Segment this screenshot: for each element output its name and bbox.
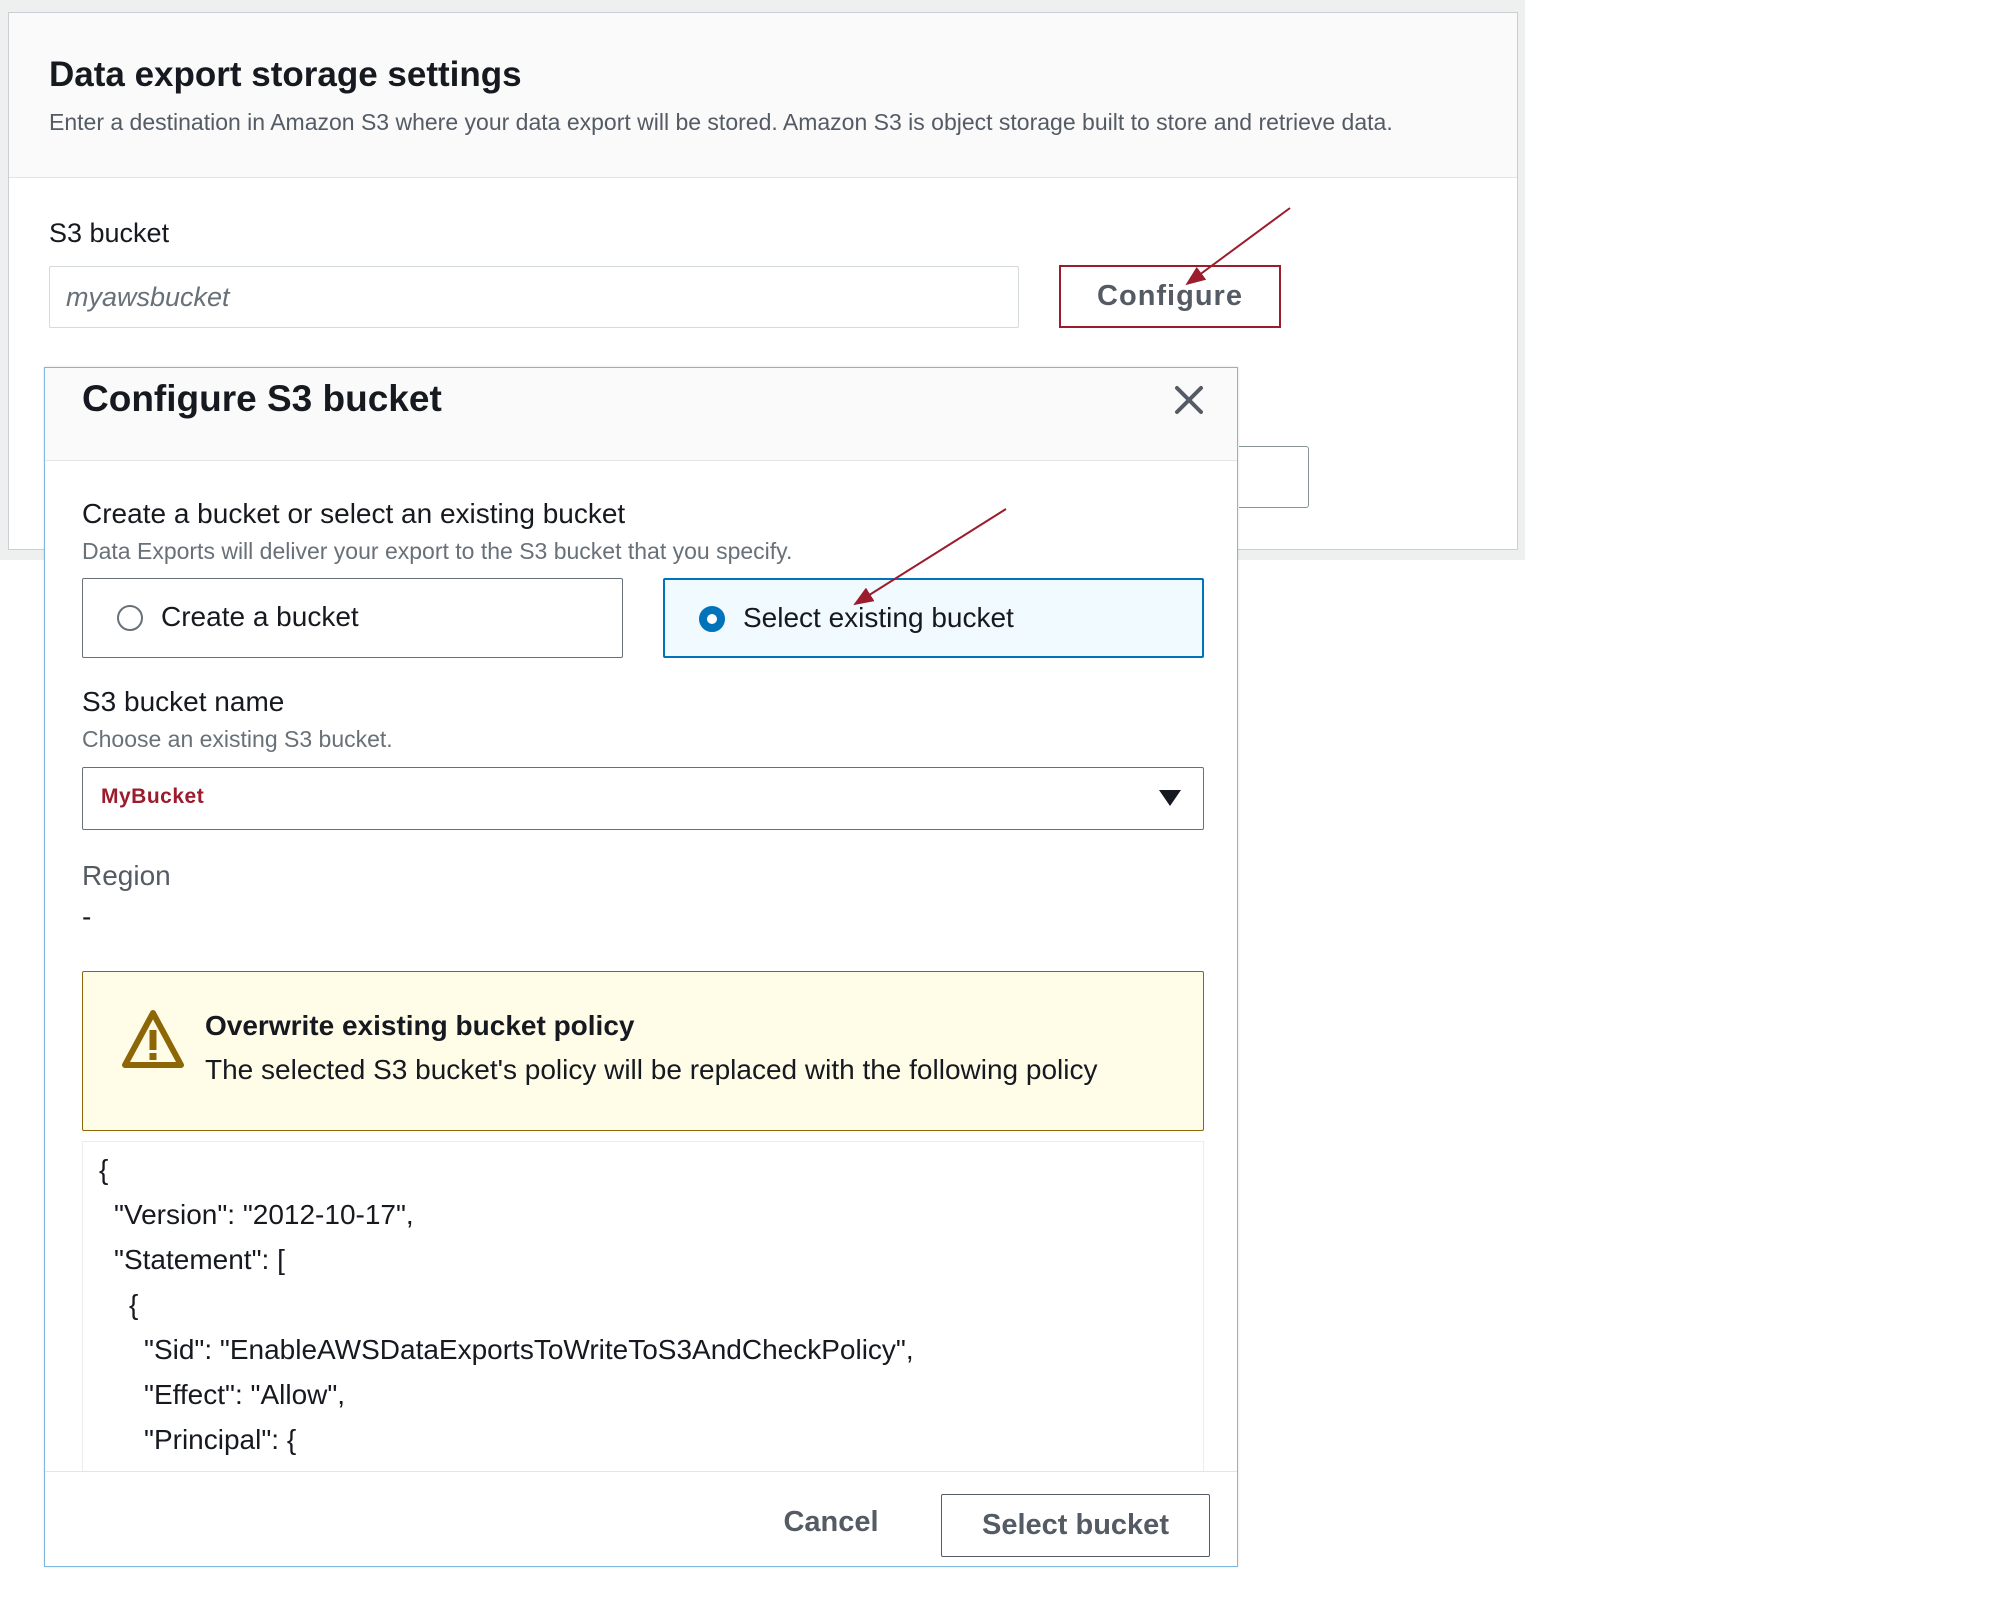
bucket-choice-description: Data Exports will deliver your export to… bbox=[82, 538, 793, 564]
modal-title: Configure S3 bucket bbox=[82, 378, 442, 419]
panel-header: Data export storage settings Enter a des… bbox=[9, 13, 1517, 178]
bucket-policy-code: { "Version": "2012-10-17", "Statement": … bbox=[82, 1141, 1204, 1471]
overwrite-policy-warning: Overwrite existing bucket policy The sel… bbox=[82, 971, 1204, 1131]
policy-line: { bbox=[129, 1289, 139, 1320]
bucket-name-select[interactable]: MyBucket bbox=[82, 767, 1204, 830]
close-icon bbox=[1175, 386, 1203, 414]
region-label: Region bbox=[82, 860, 171, 891]
obscured-input-field[interactable] bbox=[1239, 446, 1309, 508]
configure-s3-bucket-modal: Configure S3 bucket Create a bucket or s… bbox=[44, 367, 1238, 1567]
configure-button[interactable]: Configure bbox=[1059, 265, 1281, 328]
cancel-button[interactable]: Cancel bbox=[767, 1502, 895, 1542]
panel-title: Data export storage settings bbox=[49, 55, 522, 94]
warning-icon bbox=[122, 1010, 184, 1068]
bucket-name-label: S3 bucket name bbox=[82, 686, 285, 717]
select-existing-bucket-option[interactable]: Select existing bucket bbox=[663, 578, 1204, 658]
warning-body: The selected S3 bucket's policy will be … bbox=[205, 1054, 1098, 1085]
close-button[interactable] bbox=[1165, 376, 1213, 424]
panel-description: Enter a destination in Amazon S3 where y… bbox=[49, 109, 1393, 135]
select-bucket-button[interactable]: Select bucket bbox=[941, 1494, 1210, 1557]
policy-line: "Statement": [ bbox=[114, 1244, 285, 1275]
policy-line: "Sid": "EnableAWSDataExportsToWriteToS3A… bbox=[144, 1334, 914, 1365]
create-bucket-label: Create a bucket bbox=[161, 601, 359, 632]
select-existing-bucket-label: Select existing bucket bbox=[743, 602, 1014, 633]
policy-line: { bbox=[99, 1154, 109, 1185]
region-value: - bbox=[82, 901, 92, 932]
create-bucket-option[interactable]: Create a bucket bbox=[82, 578, 623, 658]
bucket-name-value: MyBucket bbox=[101, 785, 205, 808]
select-existing-bucket-radio[interactable] bbox=[699, 606, 725, 632]
bucket-name-description: Choose an existing S3 bucket. bbox=[82, 726, 393, 752]
modal-header: Configure S3 bucket bbox=[45, 368, 1237, 461]
policy-line: "Version": "2012-10-17", bbox=[114, 1199, 414, 1230]
warning-title: Overwrite existing bucket policy bbox=[205, 1010, 635, 1041]
s3-bucket-input[interactable] bbox=[49, 266, 1019, 328]
caret-down-icon bbox=[1159, 790, 1181, 806]
s3-bucket-label: S3 bucket bbox=[49, 218, 170, 248]
policy-line: "Effect": "Allow", bbox=[144, 1379, 346, 1410]
bucket-choice-label: Create a bucket or select an existing bu… bbox=[82, 498, 626, 529]
policy-line: "Principal": { bbox=[144, 1424, 297, 1455]
modal-footer: Cancel Select bucket bbox=[45, 1471, 1237, 1566]
create-bucket-radio[interactable] bbox=[117, 605, 143, 631]
